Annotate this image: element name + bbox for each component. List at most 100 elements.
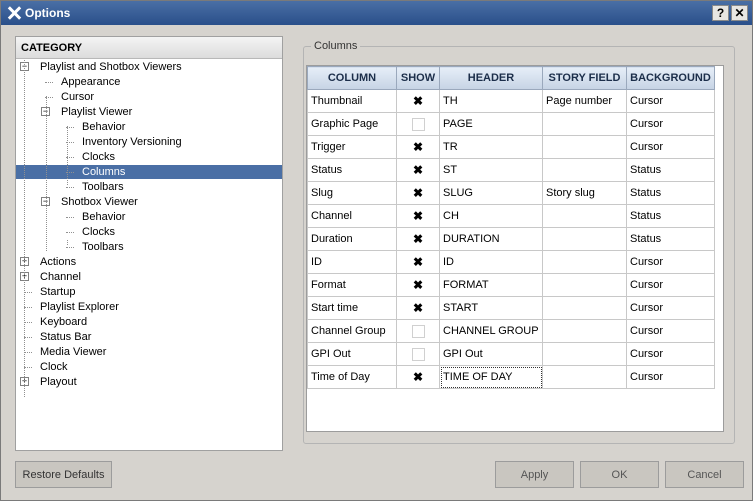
header-header[interactable]: HEADER bbox=[439, 66, 543, 90]
header-story-field[interactable]: STORY FIELD bbox=[542, 66, 627, 90]
table-row[interactable]: GPI Out GPI Out Cursor bbox=[307, 342, 715, 366]
category-item[interactable]: Playlist Explorer bbox=[40, 300, 119, 314]
cell-header[interactable]: SLUG bbox=[439, 181, 543, 205]
category-item[interactable]: Media Viewer bbox=[40, 345, 106, 359]
show-checkbox[interactable]: ✖ bbox=[411, 163, 425, 177]
category-item[interactable]: Channel bbox=[40, 270, 81, 284]
cell-column[interactable]: Start time bbox=[307, 296, 397, 320]
category-item[interactable]: Playout bbox=[40, 375, 77, 389]
category-item[interactable]: Toolbars bbox=[82, 180, 124, 194]
cell-story-field[interactable] bbox=[542, 342, 627, 366]
cell-column[interactable]: Channel Group bbox=[307, 319, 397, 343]
cell-header[interactable]: PAGE bbox=[439, 112, 543, 136]
table-row[interactable]: Duration ✖ DURATION Status bbox=[307, 227, 715, 251]
cell-header[interactable]: CHANNEL GROUP bbox=[439, 319, 543, 343]
cell-header[interactable]: TH bbox=[439, 89, 543, 113]
cell-background[interactable]: Status bbox=[626, 227, 715, 251]
category-header[interactable]: CATEGORY bbox=[16, 37, 282, 59]
cell-header[interactable]: START bbox=[439, 296, 543, 320]
header-show[interactable]: SHOW bbox=[396, 66, 440, 90]
show-checkbox[interactable]: ✖ bbox=[411, 278, 425, 292]
cell-background[interactable]: Status bbox=[626, 158, 715, 182]
table-row[interactable]: Trigger ✖ TR Cursor bbox=[307, 135, 715, 159]
cell-background[interactable]: Cursor bbox=[626, 319, 715, 343]
category-item[interactable]: Clock bbox=[40, 360, 68, 374]
category-item[interactable]: Shotbox Viewer bbox=[61, 195, 138, 209]
cell-header[interactable]: TR bbox=[439, 135, 543, 159]
category-item[interactable]: Toolbars bbox=[82, 240, 124, 254]
show-checkbox[interactable]: ✖ bbox=[411, 186, 425, 200]
cell-story-field[interactable] bbox=[542, 204, 627, 228]
category-item[interactable]: Behavior bbox=[82, 120, 125, 134]
cell-column[interactable]: Status bbox=[307, 158, 397, 182]
cell-column[interactable]: Format bbox=[307, 273, 397, 297]
cell-header[interactable]: DURATION bbox=[439, 227, 543, 251]
ok-button[interactable]: OK bbox=[580, 461, 659, 488]
cell-show[interactable]: ✖ bbox=[396, 181, 440, 205]
cell-header[interactable]: ST bbox=[439, 158, 543, 182]
show-checkbox[interactable] bbox=[411, 117, 425, 131]
cell-background[interactable]: Cursor bbox=[626, 112, 715, 136]
cell-background[interactable]: Cursor bbox=[626, 89, 715, 113]
category-item[interactable]: Playlist and Shotbox Viewers bbox=[40, 60, 182, 74]
category-item[interactable]: Columns bbox=[16, 165, 282, 179]
cell-show[interactable] bbox=[396, 342, 440, 366]
category-item[interactable]: Cursor bbox=[61, 90, 94, 104]
table-row[interactable]: Thumbnail ✖ TH Page number Cursor bbox=[307, 89, 715, 113]
cell-header[interactable]: FORMAT bbox=[439, 273, 543, 297]
category-item[interactable]: Status Bar bbox=[40, 330, 91, 344]
cell-story-field[interactable] bbox=[542, 273, 627, 297]
table-row[interactable]: Slug ✖ SLUG Story slug Status bbox=[307, 181, 715, 205]
table-row[interactable]: Format ✖ FORMAT Cursor bbox=[307, 273, 715, 297]
cell-show[interactable]: ✖ bbox=[396, 296, 440, 320]
category-item[interactable]: Clocks bbox=[82, 150, 115, 164]
cell-story-field[interactable] bbox=[542, 227, 627, 251]
category-item[interactable]: Startup bbox=[40, 285, 75, 299]
show-checkbox[interactable]: ✖ bbox=[411, 255, 425, 269]
cell-column[interactable]: Trigger bbox=[307, 135, 397, 159]
category-item[interactable]: Behavior bbox=[82, 210, 125, 224]
cell-show[interactable]: ✖ bbox=[396, 227, 440, 251]
cell-show[interactable]: ✖ bbox=[396, 204, 440, 228]
header-background[interactable]: BACKGROUND bbox=[626, 66, 715, 90]
show-checkbox[interactable] bbox=[411, 347, 425, 361]
cell-background[interactable]: Cursor bbox=[626, 135, 715, 159]
cell-story-field[interactable] bbox=[542, 319, 627, 343]
show-checkbox[interactable] bbox=[411, 324, 425, 338]
table-row[interactable]: Status ✖ ST Status bbox=[307, 158, 715, 182]
cell-background[interactable]: Cursor bbox=[626, 250, 715, 274]
cell-background[interactable]: Cursor bbox=[626, 273, 715, 297]
cell-show[interactable] bbox=[396, 112, 440, 136]
cell-story-field[interactable]: Page number bbox=[542, 89, 627, 113]
show-checkbox[interactable]: ✖ bbox=[411, 209, 425, 223]
cell-background[interactable]: Status bbox=[626, 181, 715, 205]
show-checkbox[interactable]: ✖ bbox=[411, 140, 425, 154]
cell-show[interactable] bbox=[396, 319, 440, 343]
cell-column[interactable]: Time of Day bbox=[307, 365, 397, 389]
cell-show[interactable]: ✖ bbox=[396, 135, 440, 159]
category-item[interactable]: Inventory Versioning bbox=[82, 135, 182, 149]
cell-story-field[interactable] bbox=[542, 158, 627, 182]
cell-story-field[interactable] bbox=[542, 112, 627, 136]
table-row[interactable]: Time of Day ✖ TIME OF DAY Cursor bbox=[307, 365, 715, 389]
header-column[interactable]: COLUMN bbox=[307, 66, 397, 90]
cell-column[interactable]: Slug bbox=[307, 181, 397, 205]
show-checkbox[interactable]: ✖ bbox=[411, 301, 425, 315]
cell-show[interactable]: ✖ bbox=[396, 250, 440, 274]
cell-column[interactable]: GPI Out bbox=[307, 342, 397, 366]
cell-header[interactable]: ID bbox=[439, 250, 543, 274]
cell-show[interactable]: ✖ bbox=[396, 89, 440, 113]
table-row[interactable]: ID ✖ ID Cursor bbox=[307, 250, 715, 274]
category-item[interactable]: Playlist Viewer bbox=[61, 105, 132, 119]
table-row[interactable]: Graphic Page PAGE Cursor bbox=[307, 112, 715, 136]
cell-column[interactable]: Thumbnail bbox=[307, 89, 397, 113]
apply-button[interactable]: Apply bbox=[495, 461, 574, 488]
cell-background[interactable]: Cursor bbox=[626, 365, 715, 389]
cell-story-field[interactable] bbox=[542, 250, 627, 274]
restore-defaults-button[interactable]: Restore Defaults bbox=[15, 461, 112, 488]
cell-column[interactable]: Channel bbox=[307, 204, 397, 228]
cancel-button[interactable]: Cancel bbox=[665, 461, 744, 488]
cell-show[interactable]: ✖ bbox=[396, 273, 440, 297]
category-item[interactable]: Actions bbox=[40, 255, 76, 269]
cell-show[interactable]: ✖ bbox=[396, 365, 440, 389]
